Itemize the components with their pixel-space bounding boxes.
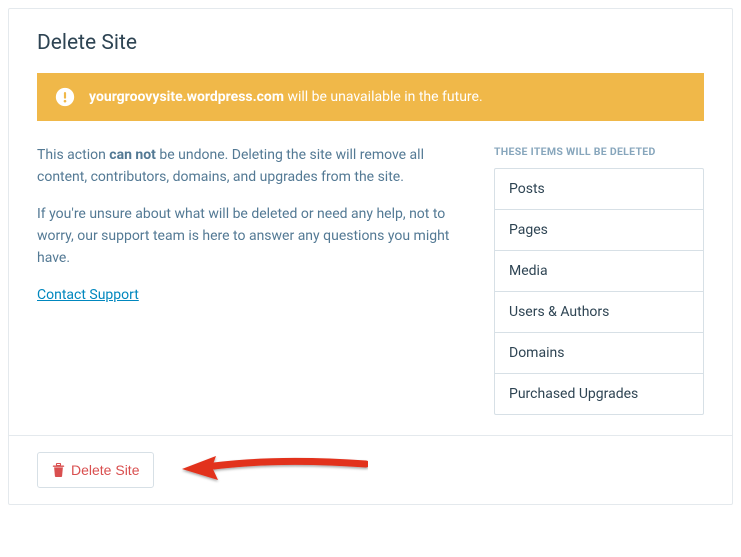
delete-button-label: Delete Site: [71, 462, 139, 478]
trash-icon: [52, 463, 65, 477]
warning-suffix: will be unavailable in the future.: [284, 89, 483, 105]
warning-domain: yourgroovysite.wordpress.com: [89, 89, 284, 105]
list-item: Media: [495, 251, 703, 292]
card-footer: Delete Site: [9, 435, 732, 504]
arrow-annotation: [178, 456, 368, 484]
warning-icon: [55, 87, 75, 107]
delete-site-card: Delete Site yourgroovysite.wordpress.com…: [8, 8, 733, 505]
description-column: This action can not be undone. Deleting …: [37, 145, 472, 307]
warning-text: yourgroovysite.wordpress.com will be una…: [89, 89, 483, 105]
deleted-items-column: THESE ITEMS WILL BE DELETED Posts Pages …: [494, 145, 704, 415]
deleted-items-list: Posts Pages Media Users & Authors Domain…: [494, 168, 704, 415]
deleted-items-heading: THESE ITEMS WILL BE DELETED: [494, 145, 704, 158]
unsure-text: If you're unsure about what will be dele…: [37, 204, 472, 269]
list-item: Purchased Upgrades: [495, 374, 703, 414]
card-body: Delete Site yourgroovysite.wordpress.com…: [9, 9, 732, 435]
list-item: Domains: [495, 333, 703, 374]
list-item: Pages: [495, 210, 703, 251]
delete-site-button[interactable]: Delete Site: [37, 452, 154, 488]
main-row: This action can not be undone. Deleting …: [37, 145, 704, 415]
list-item: Users & Authors: [495, 292, 703, 333]
page-title: Delete Site: [37, 31, 704, 55]
cannot-undo-text: This action can not be undone. Deleting …: [37, 145, 472, 188]
list-item: Posts: [495, 169, 703, 210]
warning-notice: yourgroovysite.wordpress.com will be una…: [37, 73, 704, 121]
contact-support-link[interactable]: Contact Support: [37, 287, 139, 303]
